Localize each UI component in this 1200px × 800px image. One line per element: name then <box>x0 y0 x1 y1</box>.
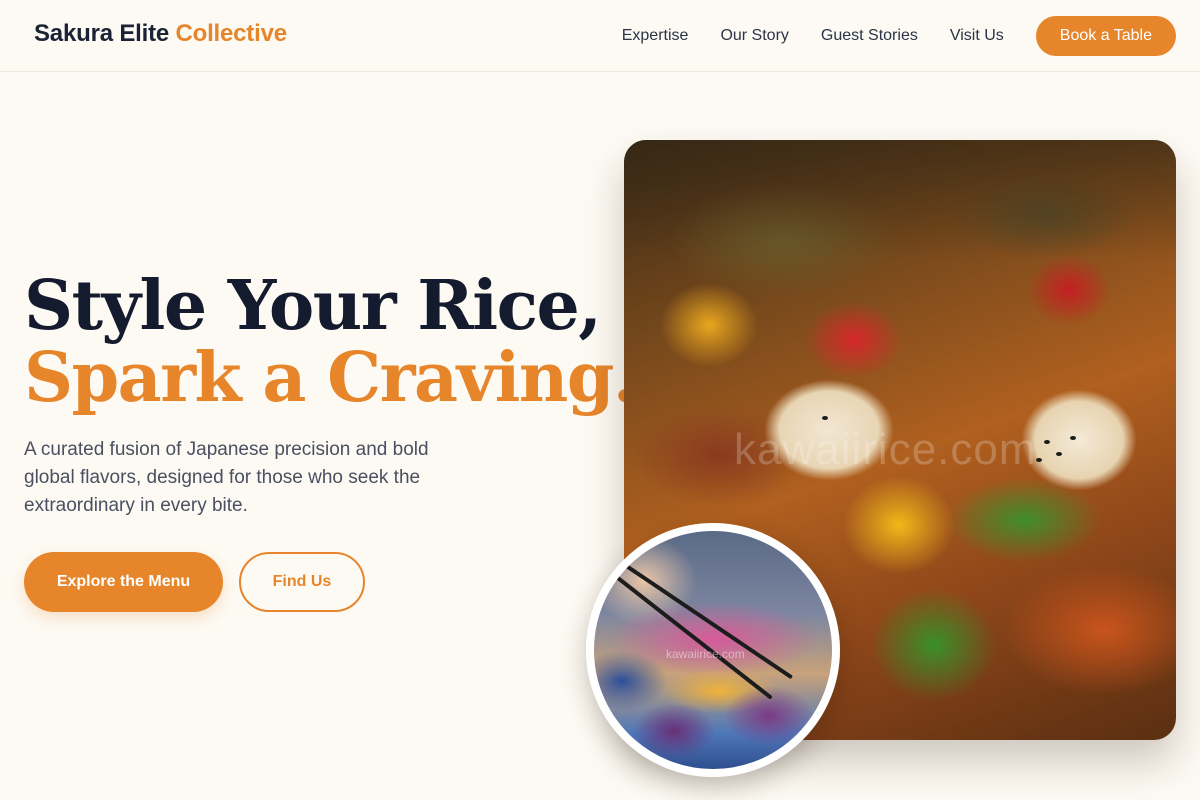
nav-link-guest-stories[interactable]: Guest Stories <box>821 27 918 45</box>
image-watermark: kawaiirice.com <box>734 425 1037 474</box>
brand-name-accent: Collective <box>175 20 287 47</box>
nav-link-expertise[interactable]: Expertise <box>622 27 689 45</box>
explore-menu-button[interactable]: Explore the Menu <box>24 552 223 612</box>
hero-description: A curated fusion of Japanese precision a… <box>24 439 429 516</box>
chopsticks-inset-image: kawaiirice.com <box>586 523 840 777</box>
brand-name: Sakura Elite <box>34 20 170 47</box>
sesame-seed <box>822 416 828 420</box>
find-us-button[interactable]: Find Us <box>239 552 365 612</box>
sesame-seed <box>1036 458 1042 462</box>
sesame-seed <box>1070 436 1076 440</box>
hero-title-line1: Style Your Rice, <box>24 266 602 346</box>
sesame-seed <box>1044 440 1050 444</box>
chopstick <box>612 573 773 700</box>
sesame-seed <box>1056 452 1062 456</box>
chopstick <box>620 561 794 680</box>
main-nav: Expertise Our Story Guest Stories Visit … <box>622 16 1176 56</box>
inset-watermark: kawaiirice.com <box>666 647 745 661</box>
hero-title: Style Your Rice, Spark a Craving. <box>24 266 637 418</box>
book-table-button[interactable]: Book a Table <box>1035 16 1176 56</box>
image-vignette <box>624 140 1176 260</box>
nav-link-our-story[interactable]: Our Story <box>720 27 788 45</box>
site-header: Sakura Elite Collective Expertise Our St… <box>0 0 1200 72</box>
nav-link-visit-us[interactable]: Visit Us <box>950 27 1004 45</box>
brand-logo[interactable]: Sakura Elite Collective <box>34 20 287 48</box>
hero-title-line2: Spark a Craving. <box>24 338 637 418</box>
